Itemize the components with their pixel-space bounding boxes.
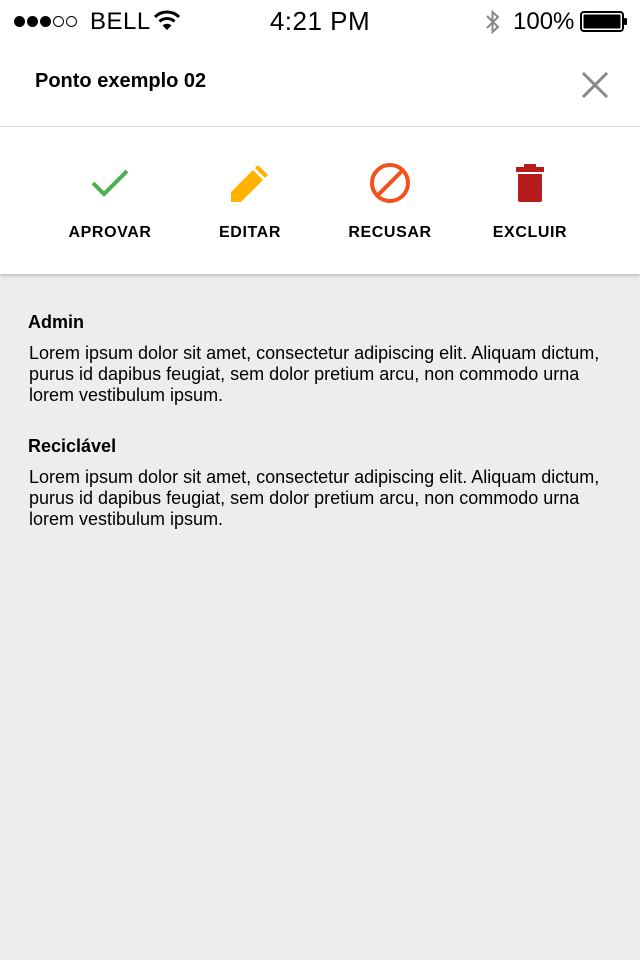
battery-percentage: 100% xyxy=(513,8,575,35)
approve-button[interactable]: APROVAR xyxy=(40,127,180,275)
battery-icon xyxy=(580,11,627,32)
section-text: Lorem ipsum dolor sit amet, consectetur … xyxy=(29,343,600,405)
status-bar: BELL 4:21 PM 100% xyxy=(0,0,640,42)
action-bar: APROVAR EDITAR RECUSAR EXCLUIR xyxy=(0,126,640,274)
header: Ponto exemplo 02 xyxy=(0,42,640,126)
check-icon xyxy=(91,169,129,197)
trash-icon xyxy=(516,164,544,202)
edit-button[interactable]: EDITAR xyxy=(180,127,320,275)
delete-button[interactable]: EXCLUIR xyxy=(460,127,600,275)
reject-button[interactable]: RECUSAR xyxy=(320,127,460,275)
section-text: Lorem ipsum dolor sit amet, consectetur … xyxy=(29,467,600,529)
block-icon xyxy=(370,163,410,203)
edit-label: EDITAR xyxy=(219,224,281,241)
details-section: Admin Lorem ipsum dolor sit amet, consec… xyxy=(28,312,618,406)
section-title: Reciclável xyxy=(28,436,117,456)
pencil-icon xyxy=(231,165,268,202)
page-title: Ponto exemplo 02 xyxy=(35,70,207,92)
details-section: Reciclável Lorem ipsum dolor sit amet, c… xyxy=(28,436,618,530)
reject-label: RECUSAR xyxy=(348,224,432,241)
approve-label: APROVAR xyxy=(68,224,152,241)
bluetooth-icon xyxy=(486,9,500,35)
details-content: Admin Lorem ipsum dolor sit amet, consec… xyxy=(28,312,618,560)
section-title: Admin xyxy=(28,312,84,332)
delete-label: EXCLUIR xyxy=(492,224,568,241)
close-icon[interactable] xyxy=(578,68,612,102)
